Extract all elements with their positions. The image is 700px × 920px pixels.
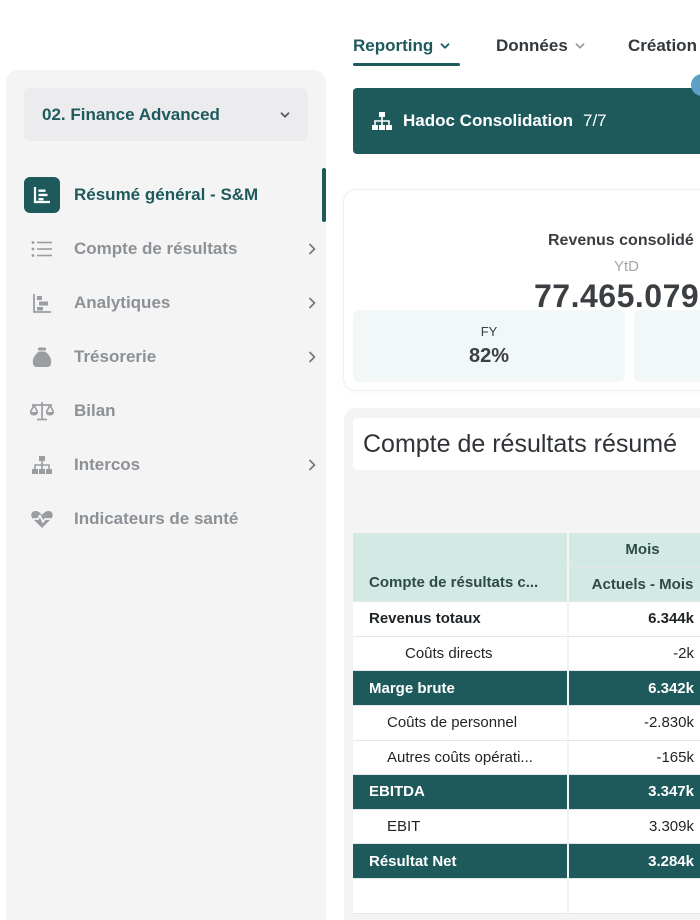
chevron-down-icon xyxy=(575,43,585,49)
kpi-sub-value: 82% xyxy=(468,345,510,367)
consolidation-count: 7/7 xyxy=(583,111,607,130)
consolidation-title: Hadoc Consolidation xyxy=(403,111,573,130)
tab-donnees-label: Données xyxy=(496,36,568,55)
row-label: Résultat Net xyxy=(353,844,567,879)
money-bag-icon xyxy=(24,339,60,375)
kpi-card-revenus: Revenus consolidé YtD 77.465.079 FY 82% xyxy=(344,190,700,390)
row-label: EBITDA xyxy=(353,775,567,810)
chevron-right-icon xyxy=(309,459,316,471)
row-value: 3.284k xyxy=(567,844,700,879)
table-row[interactable] xyxy=(353,878,700,914)
sidebar-item-label: Résumé général - S&M xyxy=(74,185,259,204)
row-value: -165k xyxy=(567,740,700,776)
pl-table: Compte de résultats c... Mois Actuels - … xyxy=(353,533,700,914)
row-label: Autres coûts opérati... xyxy=(353,740,567,776)
organization-select-value: 02. Finance Advanced xyxy=(42,104,220,124)
row-value: 6.342k xyxy=(567,671,700,706)
sidebar-item-compte-de-resultats[interactable]: Compte de résultats xyxy=(24,222,324,276)
sidebar-item-tresorerie[interactable]: Trésorerie xyxy=(24,330,324,384)
sidebar-item-intercos[interactable]: Intercos xyxy=(24,438,324,492)
column-header-actuels-mois[interactable]: Actuels - Mois xyxy=(567,567,700,603)
table-row[interactable]: Revenus totaux 6.344k xyxy=(353,602,700,637)
chevron-down-icon xyxy=(280,111,290,118)
row-label: Marge brute xyxy=(353,671,567,706)
table-row[interactable]: Marge brute 6.342k xyxy=(353,671,700,706)
sidebar-item-resume-general[interactable]: Résumé général - S&M xyxy=(24,168,324,222)
active-tab-underline xyxy=(353,63,460,66)
table-row[interactable]: Coûts directs -2k xyxy=(353,636,700,672)
sidebar-item-bilan[interactable]: Bilan xyxy=(24,384,324,438)
table-row[interactable]: EBITDA 3.347k xyxy=(353,775,700,810)
report-icon xyxy=(24,177,60,213)
column-group-header-mois: Mois xyxy=(567,533,700,568)
organization-select[interactable]: 02. Finance Advanced xyxy=(24,88,308,141)
sidebar-item-label: Trésorerie xyxy=(74,347,157,366)
row-label xyxy=(353,878,567,914)
consolidation-banner[interactable]: Hadoc Consolidation 7/7 xyxy=(353,88,700,154)
kpi-sub-label: FY xyxy=(480,324,498,339)
analytics-icon xyxy=(24,285,60,321)
heartbeat-icon xyxy=(24,501,60,537)
sidebar-item-label: Compte de résultats xyxy=(74,239,238,258)
sidebar-item-label: Intercos xyxy=(74,455,141,474)
top-navigation: Reporting Données Création xyxy=(353,30,700,70)
chevron-down-icon xyxy=(440,43,450,49)
scale-icon xyxy=(24,393,60,429)
row-value: 3.347k xyxy=(567,775,700,810)
hierarchy-icon xyxy=(24,447,60,483)
tab-reporting-label: Reporting xyxy=(353,36,434,55)
table-row[interactable]: EBIT 3.309k xyxy=(353,809,700,845)
kpi-title: Revenus consolidé xyxy=(548,232,694,249)
tab-creation[interactable]: Création xyxy=(628,36,697,56)
sidebar-item-label: Analytiques xyxy=(74,293,171,312)
table-row[interactable]: Coûts de personnel -2.830k xyxy=(353,705,700,741)
hierarchy-icon xyxy=(372,112,392,130)
tab-donnees[interactable]: Données xyxy=(496,36,585,56)
chevron-right-icon xyxy=(309,243,316,255)
row-value xyxy=(567,878,700,914)
sidebar: 02. Finance Advanced Résumé général - S&… xyxy=(6,70,326,920)
row-value: 6.344k xyxy=(567,602,700,637)
row-value: -2k xyxy=(567,636,700,672)
chevron-right-icon xyxy=(309,351,316,363)
chevron-right-icon xyxy=(309,297,316,309)
kpi-sub-fy: FY 82% xyxy=(353,310,625,382)
column-header-account[interactable]: Compte de résultats c... xyxy=(353,533,567,603)
pl-title: Compte de résultats résumé xyxy=(363,429,678,458)
row-label: Coûts directs xyxy=(353,636,567,672)
row-label: Coûts de personnel xyxy=(353,705,567,741)
table-row[interactable]: Autres coûts opérati... -165k xyxy=(353,740,700,776)
sidebar-item-analytiques[interactable]: Analytiques xyxy=(24,276,324,330)
sidebar-item-label: Indicateurs de santé xyxy=(74,509,239,528)
table-row[interactable]: Résultat Net 3.284k xyxy=(353,844,700,879)
kpi-sub-next xyxy=(634,310,700,382)
row-label: EBIT xyxy=(353,809,567,845)
sidebar-item-label: Bilan xyxy=(74,401,116,420)
table-header-group-row: Compte de résultats c... Mois xyxy=(353,533,700,603)
list-icon xyxy=(24,231,60,267)
row-label: Revenus totaux xyxy=(353,602,567,637)
sidebar-menu: Résumé général - S&M Compte de résultats… xyxy=(24,168,324,546)
tab-reporting[interactable]: Reporting xyxy=(353,36,450,56)
row-value: -2.830k xyxy=(567,705,700,741)
sidebar-item-indicateurs-de-sante[interactable]: Indicateurs de santé xyxy=(24,492,324,546)
tab-creation-label: Création xyxy=(628,36,697,55)
row-value: 3.309k xyxy=(567,809,700,845)
kpi-period: YtD xyxy=(614,258,640,275)
pl-title-box: Compte de résultats résumé xyxy=(353,418,700,470)
